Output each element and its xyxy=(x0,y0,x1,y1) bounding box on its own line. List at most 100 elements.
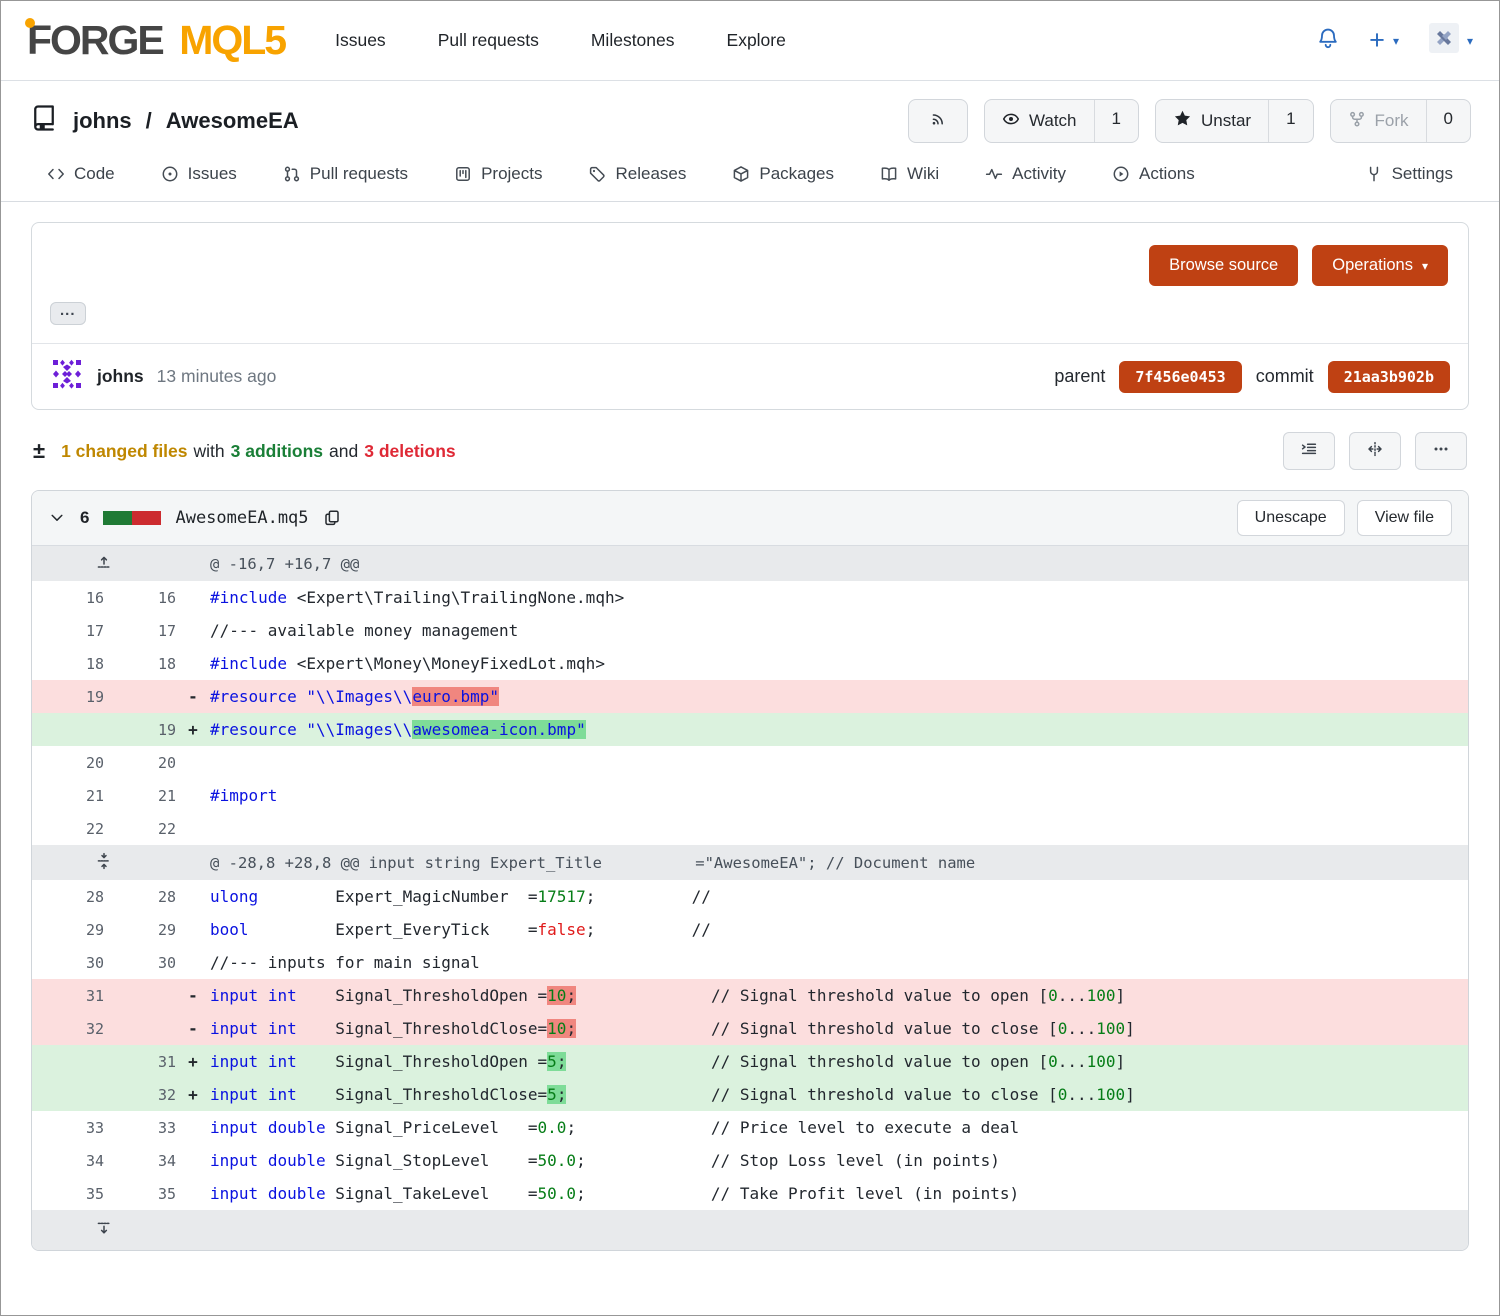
old-line-number[interactable]: 30 xyxy=(32,946,104,979)
tab-activity[interactable]: Activity xyxy=(985,164,1066,184)
create-new-button[interactable]: + ▾ xyxy=(1369,27,1399,54)
navbar-right: + ▾ ▾ xyxy=(1317,23,1473,58)
fork-count[interactable]: 0 xyxy=(1426,100,1470,142)
nav-item-explore[interactable]: Explore xyxy=(727,30,786,51)
browse-source-button[interactable]: Browse source xyxy=(1149,245,1298,286)
old-line-number[interactable]: 35 xyxy=(32,1177,104,1210)
new-line-number[interactable]: 28 xyxy=(104,880,176,913)
user-menu[interactable]: ▾ xyxy=(1429,23,1473,58)
old-line-number[interactable]: 31 xyxy=(32,979,104,1012)
repo-name-link[interactable]: AwesomeEA xyxy=(166,108,299,134)
view-file-button[interactable]: View file xyxy=(1357,500,1452,536)
old-line-number[interactable] xyxy=(32,1078,104,1111)
split-view-button[interactable] xyxy=(1349,432,1401,470)
tab-actions[interactable]: Actions xyxy=(1112,164,1195,184)
new-line-number[interactable]: 21 xyxy=(104,779,176,812)
old-line-number[interactable]: 32 xyxy=(32,1012,104,1045)
new-line-number[interactable]: 32 xyxy=(104,1078,176,1111)
expand-both-icon[interactable] xyxy=(32,845,176,880)
old-line-number[interactable]: 21 xyxy=(32,779,104,812)
repo-owner-link[interactable]: johns xyxy=(73,108,132,134)
tab-packages[interactable]: Packages xyxy=(732,164,834,184)
nav-item-milestones[interactable]: Milestones xyxy=(591,30,675,51)
diff-marker xyxy=(176,913,210,946)
old-line-number[interactable] xyxy=(32,713,104,746)
repo-title: johns / AwesomeEA xyxy=(29,103,299,139)
tab-settings[interactable]: Settings xyxy=(1365,164,1453,184)
diff-options-button[interactable] xyxy=(1415,432,1467,470)
code-line xyxy=(210,746,1468,779)
star-count[interactable]: 1 xyxy=(1268,100,1312,142)
code-line: #include <Expert\Money\MoneyFixedLot.mqh… xyxy=(210,647,1468,680)
new-line-number[interactable]: 22 xyxy=(104,812,176,845)
old-line-number[interactable]: 28 xyxy=(32,880,104,913)
new-line-number[interactable]: 18 xyxy=(104,647,176,680)
new-line-number[interactable]: 29 xyxy=(104,913,176,946)
author-avatar[interactable] xyxy=(50,357,84,396)
tab-projects[interactable]: Projects xyxy=(454,164,542,184)
expand-up-icon[interactable] xyxy=(32,546,176,581)
tab-label: Activity xyxy=(1012,164,1066,184)
new-line-number[interactable]: 16 xyxy=(104,581,176,614)
nav-item-pull-requests[interactable]: Pull requests xyxy=(438,30,539,51)
watch-toggle[interactable]: Watch xyxy=(985,100,1094,142)
file-name: AwesomeEA.mq5 xyxy=(175,508,308,528)
new-line-number[interactable]: 30 xyxy=(104,946,176,979)
new-line-number[interactable]: 34 xyxy=(104,1144,176,1177)
tab-wiki[interactable]: Wiki xyxy=(880,164,939,184)
old-line-number[interactable] xyxy=(32,1045,104,1078)
diff-marker xyxy=(176,1177,210,1210)
additions-text: 3 additions xyxy=(231,441,323,462)
old-line-number[interactable]: 29 xyxy=(32,913,104,946)
new-line-number[interactable]: 20 xyxy=(104,746,176,779)
watch-count[interactable]: 1 xyxy=(1094,100,1138,142)
new-line-number[interactable]: 33 xyxy=(104,1111,176,1144)
tab-label: Wiki xyxy=(907,164,939,184)
author-name-link[interactable]: johns xyxy=(97,366,144,387)
expand-down-icon[interactable] xyxy=(32,1210,176,1250)
old-line-number[interactable]: 34 xyxy=(32,1144,104,1177)
new-line-number[interactable]: 31 xyxy=(104,1045,176,1078)
parent-hash-button[interactable]: 7f456e0453 xyxy=(1119,361,1241,393)
new-line-number[interactable] xyxy=(104,680,176,713)
file-tree-button[interactable] xyxy=(1283,432,1335,470)
tab-releases[interactable]: Releases xyxy=(588,164,686,184)
collapse-file-button[interactable] xyxy=(48,509,66,527)
nav-item-issues[interactable]: Issues xyxy=(335,30,386,51)
unstar-toggle[interactable]: Unstar xyxy=(1156,100,1268,142)
expand-commit-message-button[interactable]: ... xyxy=(50,302,86,325)
old-line-number[interactable]: 17 xyxy=(32,614,104,647)
old-line-number[interactable]: 20 xyxy=(32,746,104,779)
logo-forge-text: FORGE xyxy=(27,17,163,63)
rss-button[interactable] xyxy=(908,99,968,143)
new-line-number[interactable]: 19 xyxy=(104,713,176,746)
diff-marker: - xyxy=(176,1012,210,1045)
tab-label: Settings xyxy=(1392,164,1453,184)
copy-path-button[interactable] xyxy=(323,509,341,527)
old-line-number[interactable]: 16 xyxy=(32,581,104,614)
commit-hash-button[interactable]: 21aa3b902b xyxy=(1328,361,1450,393)
new-line-number[interactable]: 35 xyxy=(104,1177,176,1210)
unstar-button: Unstar 1 xyxy=(1155,99,1314,143)
file-actions: Unescape View file xyxy=(1237,500,1452,536)
diff-marker: - xyxy=(176,680,210,713)
site-logo[interactable]: FORGE MQL5 xyxy=(27,20,285,61)
old-line-number[interactable]: 19 xyxy=(32,680,104,713)
diff-marker xyxy=(176,1210,210,1250)
operations-button[interactable]: Operations ▾ xyxy=(1312,245,1448,286)
tab-code[interactable]: Code xyxy=(47,164,115,184)
logo-dot xyxy=(25,18,35,28)
new-line-number[interactable] xyxy=(104,1012,176,1045)
tab-issues[interactable]: Issues xyxy=(161,164,237,184)
fork-action[interactable]: Fork xyxy=(1331,100,1426,142)
tab-pull-requests[interactable]: Pull requests xyxy=(283,164,408,184)
old-line-number[interactable]: 33 xyxy=(32,1111,104,1144)
new-line-number[interactable]: 17 xyxy=(104,614,176,647)
old-line-number[interactable]: 18 xyxy=(32,647,104,680)
new-line-number[interactable] xyxy=(104,979,176,1012)
deletions-text: 3 deletions xyxy=(364,441,455,462)
unescape-button[interactable]: Unescape xyxy=(1237,500,1345,536)
notifications-bell-icon[interactable] xyxy=(1317,27,1339,54)
code-line xyxy=(210,812,1468,845)
old-line-number[interactable]: 22 xyxy=(32,812,104,845)
